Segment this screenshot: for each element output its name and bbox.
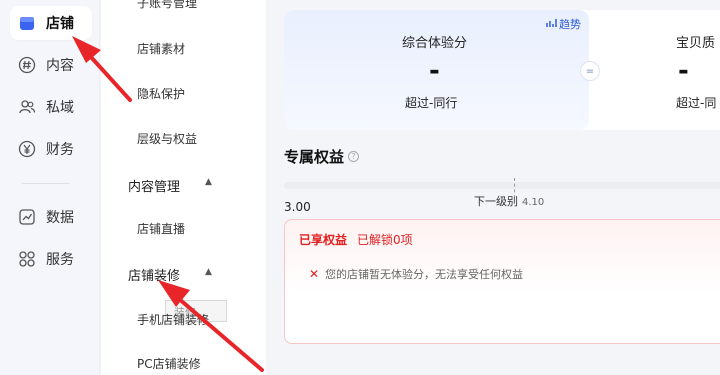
score-compare: 超过-同	[676, 96, 717, 110]
left-rail: 店铺 内容 私域 财务 数据 服务	[0, 0, 100, 375]
submenu-group-content[interactable]: 内容管理	[128, 176, 180, 195]
score-title: 宝贝质	[676, 36, 716, 51]
submenu-item-level-rights[interactable]: 层级与权益	[137, 130, 197, 147]
rail-item-private[interactable]: 私域	[10, 90, 92, 124]
next-level-label: 下一级别	[474, 195, 518, 208]
rail-item-label: 店铺	[46, 16, 74, 32]
experience-score-card[interactable]: 趋势 综合体验分 - 超过-同行	[284, 10, 589, 130]
chart-icon	[18, 208, 36, 226]
store-icon	[18, 14, 36, 32]
item-quality-card[interactable]: 宝贝质 - 超过-同	[594, 10, 720, 130]
benefit-box: 已享权益 已解锁0项 ✕ 您的店铺暂无体验分，无法享受任何权益	[284, 219, 720, 344]
main-area: 趋势 综合体验分 - 超过-同行 宝贝质 - 超过-同 = 专属权益 ? 下一级…	[266, 0, 720, 375]
rail-item-label: 服务	[46, 252, 74, 268]
unlocked-count: 已解锁0项	[357, 233, 413, 247]
rail-item-label: 内容	[46, 58, 74, 74]
rail-item-data[interactable]: 数据	[10, 200, 92, 234]
level-progress-track	[284, 182, 720, 189]
benefit-message-text: 您的店铺暂无体验分，无法享受任何权益	[325, 268, 524, 281]
score-value: -	[678, 56, 689, 86]
chevron-up-icon[interactable]: ▲	[205, 177, 212, 187]
yen-icon	[18, 140, 36, 158]
score-value: -	[429, 56, 440, 86]
submenu-item-mobile-decor[interactable]: 手机店铺装修	[137, 311, 209, 328]
submenu-item-pc-decor[interactable]: PC店铺装修	[137, 355, 201, 372]
score-compare: 超过-同行	[405, 96, 458, 110]
users-icon	[18, 98, 36, 116]
trend-label: 趋势	[559, 18, 581, 31]
rail-item-content[interactable]: 内容	[10, 48, 92, 82]
current-value: 3.00	[284, 200, 311, 214]
rights-title: 专属权益	[284, 148, 345, 166]
sub-menu: 子账号管理 店铺素材 隐私保护 层级与权益 内容管理 ▲ 店铺直播 店铺装修 ▲…	[101, 0, 266, 375]
submenu-item-store-assets[interactable]: 店铺素材	[137, 40, 185, 57]
equals-icon: =	[580, 61, 600, 81]
benefit-message: ✕ 您的店铺暂无体验分，无法享受任何权益	[309, 266, 523, 282]
rail-item-label: 财务	[46, 142, 74, 158]
rail-item-label: 私域	[46, 100, 74, 116]
rail-item-service[interactable]: 服务	[10, 242, 92, 276]
rail-item-label: 数据	[46, 210, 74, 226]
submenu-item-subaccount[interactable]: 子账号管理	[137, 0, 197, 11]
next-level-value: 4.10	[522, 197, 545, 208]
chevron-up-icon[interactable]: ▲	[205, 267, 212, 277]
content-icon	[18, 56, 36, 74]
section-title: 专属权益 ?	[284, 146, 360, 167]
submenu-item-live[interactable]: 店铺直播	[137, 220, 185, 237]
submenu-item-privacy[interactable]: 隐私保护	[137, 85, 185, 102]
rail-item-store[interactable]: 店铺	[10, 6, 92, 40]
benefit-header: 已享权益 已解锁0项	[299, 231, 413, 248]
rail-divider	[22, 183, 70, 184]
next-level: 下一级别 4.10	[474, 193, 544, 209]
score-cards: 趋势 综合体验分 - 超过-同行 宝贝质 - 超过-同 =	[284, 10, 720, 130]
close-icon: ✕	[309, 267, 320, 281]
trend-icon	[546, 18, 557, 31]
trend-link[interactable]: 趋势	[546, 16, 581, 32]
grid-icon	[18, 250, 36, 268]
rail-item-finance[interactable]: 财务	[10, 132, 92, 166]
submenu-group-decor[interactable]: 店铺装修	[128, 265, 180, 284]
enjoyed-title: 已享权益	[299, 233, 348, 247]
score-title: 综合体验分	[402, 36, 468, 51]
help-icon[interactable]: ?	[348, 151, 360, 162]
